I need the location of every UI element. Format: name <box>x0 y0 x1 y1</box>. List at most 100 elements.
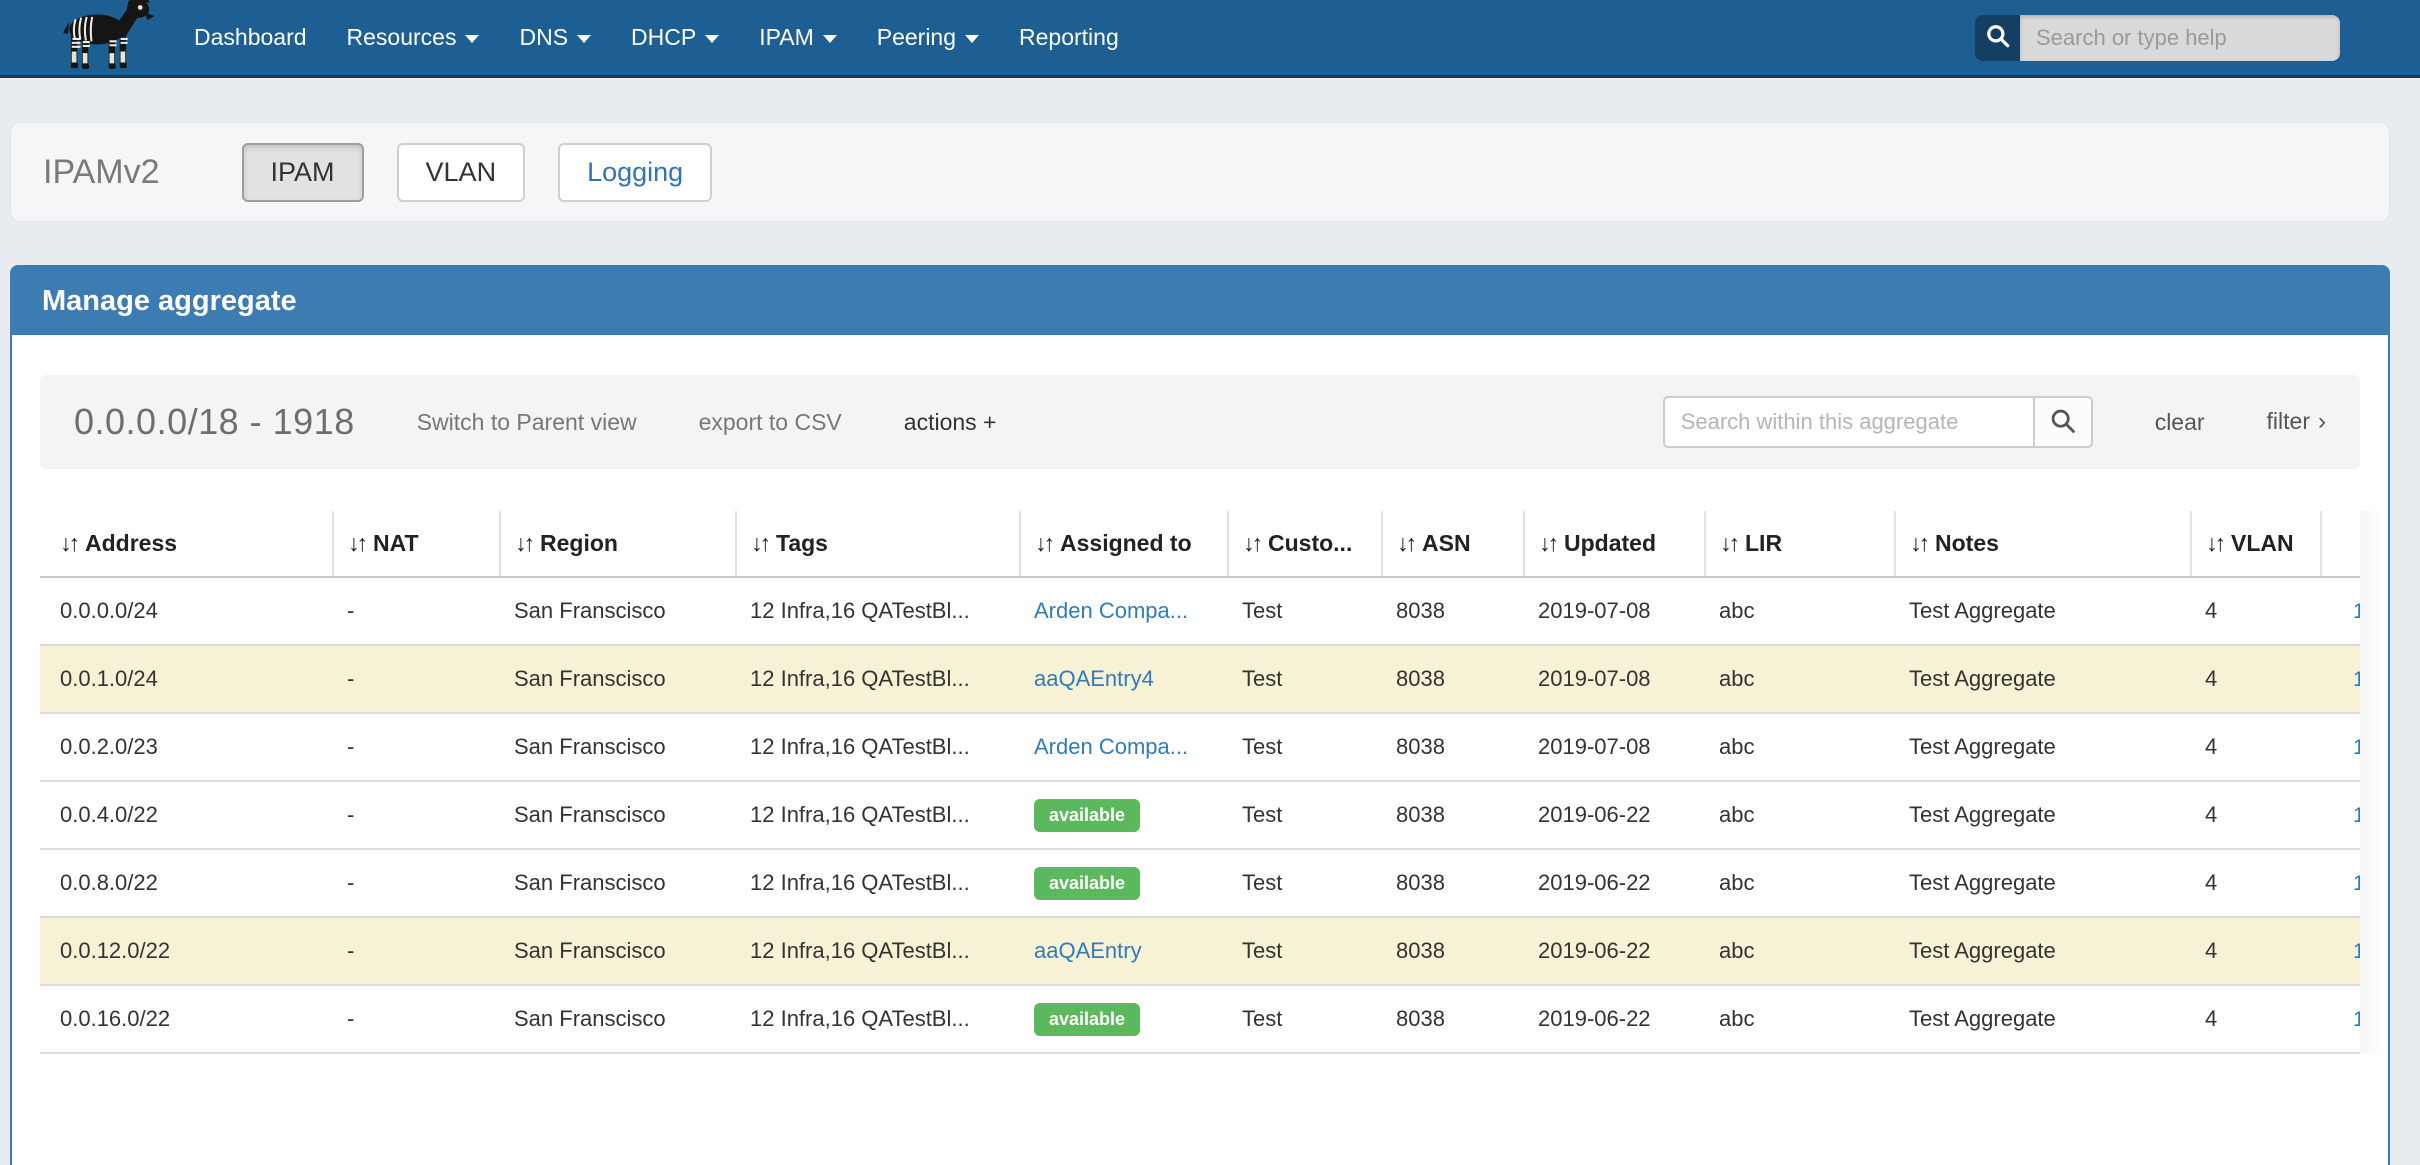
table-row[interactable]: 0.0.16.0/22-San Franscisco12 Infra,16 QA… <box>40 985 2360 1053</box>
actions-menu[interactable]: actions + <box>904 409 997 436</box>
cell-address: 0.0.4.0/22 <box>40 781 333 849</box>
nav-label: DHCP <box>631 24 696 51</box>
nav-item-reporting[interactable]: Reporting <box>1019 24 1119 51</box>
table-row[interactable]: 0.0.12.0/22-San Franscisco12 Infra,16 QA… <box>40 917 2360 985</box>
cell-lir: abc <box>1705 849 1895 917</box>
manage-aggregate-panel: Manage aggregate 0.0.0.0/18 - 1918 Switc… <box>10 265 2390 1165</box>
column-label: Notes <box>1935 530 1999 556</box>
cell-vlan: 4 <box>2191 849 2321 917</box>
cell-nat: - <box>333 985 500 1053</box>
nav-item-resources[interactable]: Resources <box>347 24 480 51</box>
sort-icon: ↓↑ <box>2206 530 2223 556</box>
cell-vlan: 4 <box>2191 985 2321 1053</box>
table-row[interactable]: 0.0.2.0/23-San Franscisco12 Infra,16 QAT… <box>40 713 2360 781</box>
filter-link[interactable]: filter› <box>2267 408 2326 436</box>
nav-item-dns[interactable]: DNS <box>519 24 591 51</box>
app-logo[interactable] <box>52 0 156 77</box>
scroll-edge-fade <box>2360 511 2388 1054</box>
sort-icon: ↓↑ <box>751 530 768 556</box>
clipped-link[interactable]: 19 <box>2353 872 2360 896</box>
caret-down-icon <box>577 35 591 43</box>
global-search-input[interactable] <box>2020 15 2340 61</box>
column-label: Tags <box>776 530 828 556</box>
table-row[interactable]: 0.0.4.0/22-San Franscisco12 Infra,16 QAT… <box>40 781 2360 849</box>
column-customer[interactable]: ↓↑Custo... <box>1228 511 1382 577</box>
column-address[interactable]: ↓↑Address <box>40 511 333 577</box>
tab-ipam[interactable]: IPAM <box>242 143 364 202</box>
cell-region: San Franscisco <box>500 917 736 985</box>
column-lir[interactable]: ↓↑LIR <box>1705 511 1895 577</box>
clipped-link[interactable]: 19 <box>2353 940 2360 964</box>
cell-updated: 2019-06-22 <box>1524 985 1705 1053</box>
clipped-link[interactable]: 19 <box>2353 1008 2360 1032</box>
cell-assigned-to: available <box>1020 781 1228 849</box>
panel-body: 0.0.0.0/18 - 1918 Switch to Parent view … <box>12 375 2388 1054</box>
available-badge[interactable]: available <box>1034 867 1140 900</box>
export-csv-link[interactable]: export to CSV <box>699 409 842 436</box>
clear-link[interactable]: clear <box>2155 409 2205 436</box>
assigned-to-link[interactable]: Arden Compa... <box>1034 598 1188 623</box>
sort-icon: ↓↑ <box>348 530 365 556</box>
switch-parent-view-link[interactable]: Switch to Parent view <box>417 409 637 436</box>
ipamv2-card: IPAMv2 IPAM VLAN Logging <box>10 122 2390 222</box>
column-tags[interactable]: ↓↑ Tags <box>736 511 1020 577</box>
cell-updated: 2019-07-08 <box>1524 713 1705 781</box>
clipped-link[interactable]: 19 <box>2353 600 2360 624</box>
table-row[interactable]: 0.0.1.0/24-San Franscisco12 Infra,16 QAT… <box>40 645 2360 713</box>
cell-lir: abc <box>1705 577 1895 645</box>
clipped-link[interactable]: 19 <box>2353 736 2360 760</box>
cell-assigned-to: aaQAEntry4 <box>1020 645 1228 713</box>
column-notes[interactable]: ↓↑Notes <box>1895 511 2191 577</box>
aggregate-search-button[interactable] <box>2035 396 2093 448</box>
cell-partial: 19 <box>2321 713 2360 781</box>
cell-lir: abc <box>1705 713 1895 781</box>
clipped-link[interactable]: 19 <box>2353 804 2360 828</box>
cell-notes: Test Aggregate <box>1895 985 2191 1053</box>
cell-region: San Franscisco <box>500 577 736 645</box>
column-assigned-to[interactable]: ↓↑Assigned to <box>1020 511 1228 577</box>
nav-item-dhcp[interactable]: DHCP <box>631 24 719 51</box>
assigned-to-link[interactable]: aaQAEntry <box>1034 938 1142 963</box>
cell-nat: - <box>333 781 500 849</box>
table-row[interactable]: 0.0.0.0/24-San Franscisco12 Infra,16 QAT… <box>40 577 2360 645</box>
column-vlan[interactable]: ↓↑VLAN <box>2191 511 2321 577</box>
cell-customer: Test <box>1228 781 1382 849</box>
nav-label: Resources <box>347 24 457 51</box>
cell-asn: 8038 <box>1382 577 1524 645</box>
cell-lir: abc <box>1705 985 1895 1053</box>
assigned-to-link[interactable]: Arden Compa... <box>1034 734 1188 759</box>
tab-logging[interactable]: Logging <box>558 143 712 202</box>
available-badge[interactable]: available <box>1034 799 1140 832</box>
cell-notes: Test Aggregate <box>1895 713 2191 781</box>
table-row[interactable]: 0.0.8.0/22-San Franscisco12 Infra,16 QAT… <box>40 849 2360 917</box>
filter-label: filter <box>2267 408 2310 434</box>
column-label: Address <box>85 530 177 556</box>
tab-vlan[interactable]: VLAN <box>397 143 526 202</box>
cell-assigned-to: aaQAEntry <box>1020 917 1228 985</box>
column-region[interactable]: ↓↑Region <box>500 511 736 577</box>
nav-item-ipam[interactable]: IPAM <box>759 24 837 51</box>
column-asn[interactable]: ↓↑ASN <box>1382 511 1524 577</box>
cell-address: 0.0.0.0/24 <box>40 577 333 645</box>
global-search-button[interactable] <box>1975 15 2020 61</box>
column-label: Custo... <box>1268 530 1352 556</box>
aggregate-toolbar: 0.0.0.0/18 - 1918 Switch to Parent view … <box>40 375 2360 469</box>
cell-asn: 8038 <box>1382 645 1524 713</box>
available-badge[interactable]: available <box>1034 1003 1140 1036</box>
cell-notes: Test Aggregate <box>1895 849 2191 917</box>
nav-item-peering[interactable]: Peering <box>877 24 979 51</box>
cell-nat: - <box>333 645 500 713</box>
assigned-to-link[interactable]: aaQAEntry4 <box>1034 666 1154 691</box>
nav-item-dashboard[interactable]: Dashboard <box>194 24 307 51</box>
sort-icon: ↓↑ <box>1397 530 1414 556</box>
clipped-link[interactable]: 19 <box>2353 668 2360 692</box>
aggregate-search-input[interactable] <box>1663 396 2035 448</box>
cell-lir: abc <box>1705 645 1895 713</box>
cell-tags: 12 Infra,16 QATestBl... <box>736 577 1020 645</box>
cell-asn: 8038 <box>1382 713 1524 781</box>
column-label: LIR <box>1745 530 1782 556</box>
column-updated[interactable]: ↓↑Updated <box>1524 511 1705 577</box>
cell-vlan: 4 <box>2191 917 2321 985</box>
column-nat[interactable]: ↓↑NAT <box>333 511 500 577</box>
cell-vlan: 4 <box>2191 645 2321 713</box>
